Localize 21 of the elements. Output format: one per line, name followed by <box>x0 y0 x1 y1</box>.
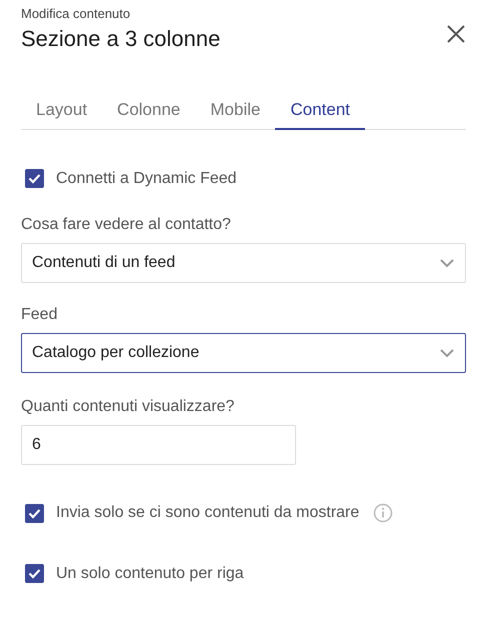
field-label: Cosa fare vedere al contatto? <box>21 216 232 234</box>
panel-subtitle: Modifica contenuto <box>21 6 132 21</box>
close-icon[interactable] <box>445 23 467 45</box>
field-label: Feed <box>21 306 58 324</box>
tab[interactable]: Content <box>275 94 366 130</box>
checkbox-label: Invia solo se ci sono contenuti da mostrare <box>56 504 360 522</box>
checkbox[interactable] <box>25 504 44 522</box>
dropdown[interactable]: Contenuti di un feed <box>21 243 466 283</box>
tab[interactable]: Mobile <box>195 94 276 130</box>
chevron-down-icon <box>439 348 455 358</box>
checkbox[interactable] <box>25 564 44 583</box>
tab[interactable]: Layout <box>21 94 102 130</box>
dropdown[interactable]: Catalogo per collezione <box>21 333 466 373</box>
chevron-down-icon <box>439 258 455 268</box>
field-label: Quanti contenuti visualizzare? <box>21 398 236 416</box>
checkbox[interactable] <box>25 169 44 188</box>
checkbox-label: Connetti a Dynamic Feed <box>56 170 237 188</box>
tab[interactable]: Colonne <box>102 94 196 130</box>
number-field[interactable]: 6 <box>21 425 296 465</box>
checkbox-label: Un solo contenuto per riga <box>56 564 244 582</box>
panel-title: Sezione a 3 colonne <box>21 26 220 52</box>
